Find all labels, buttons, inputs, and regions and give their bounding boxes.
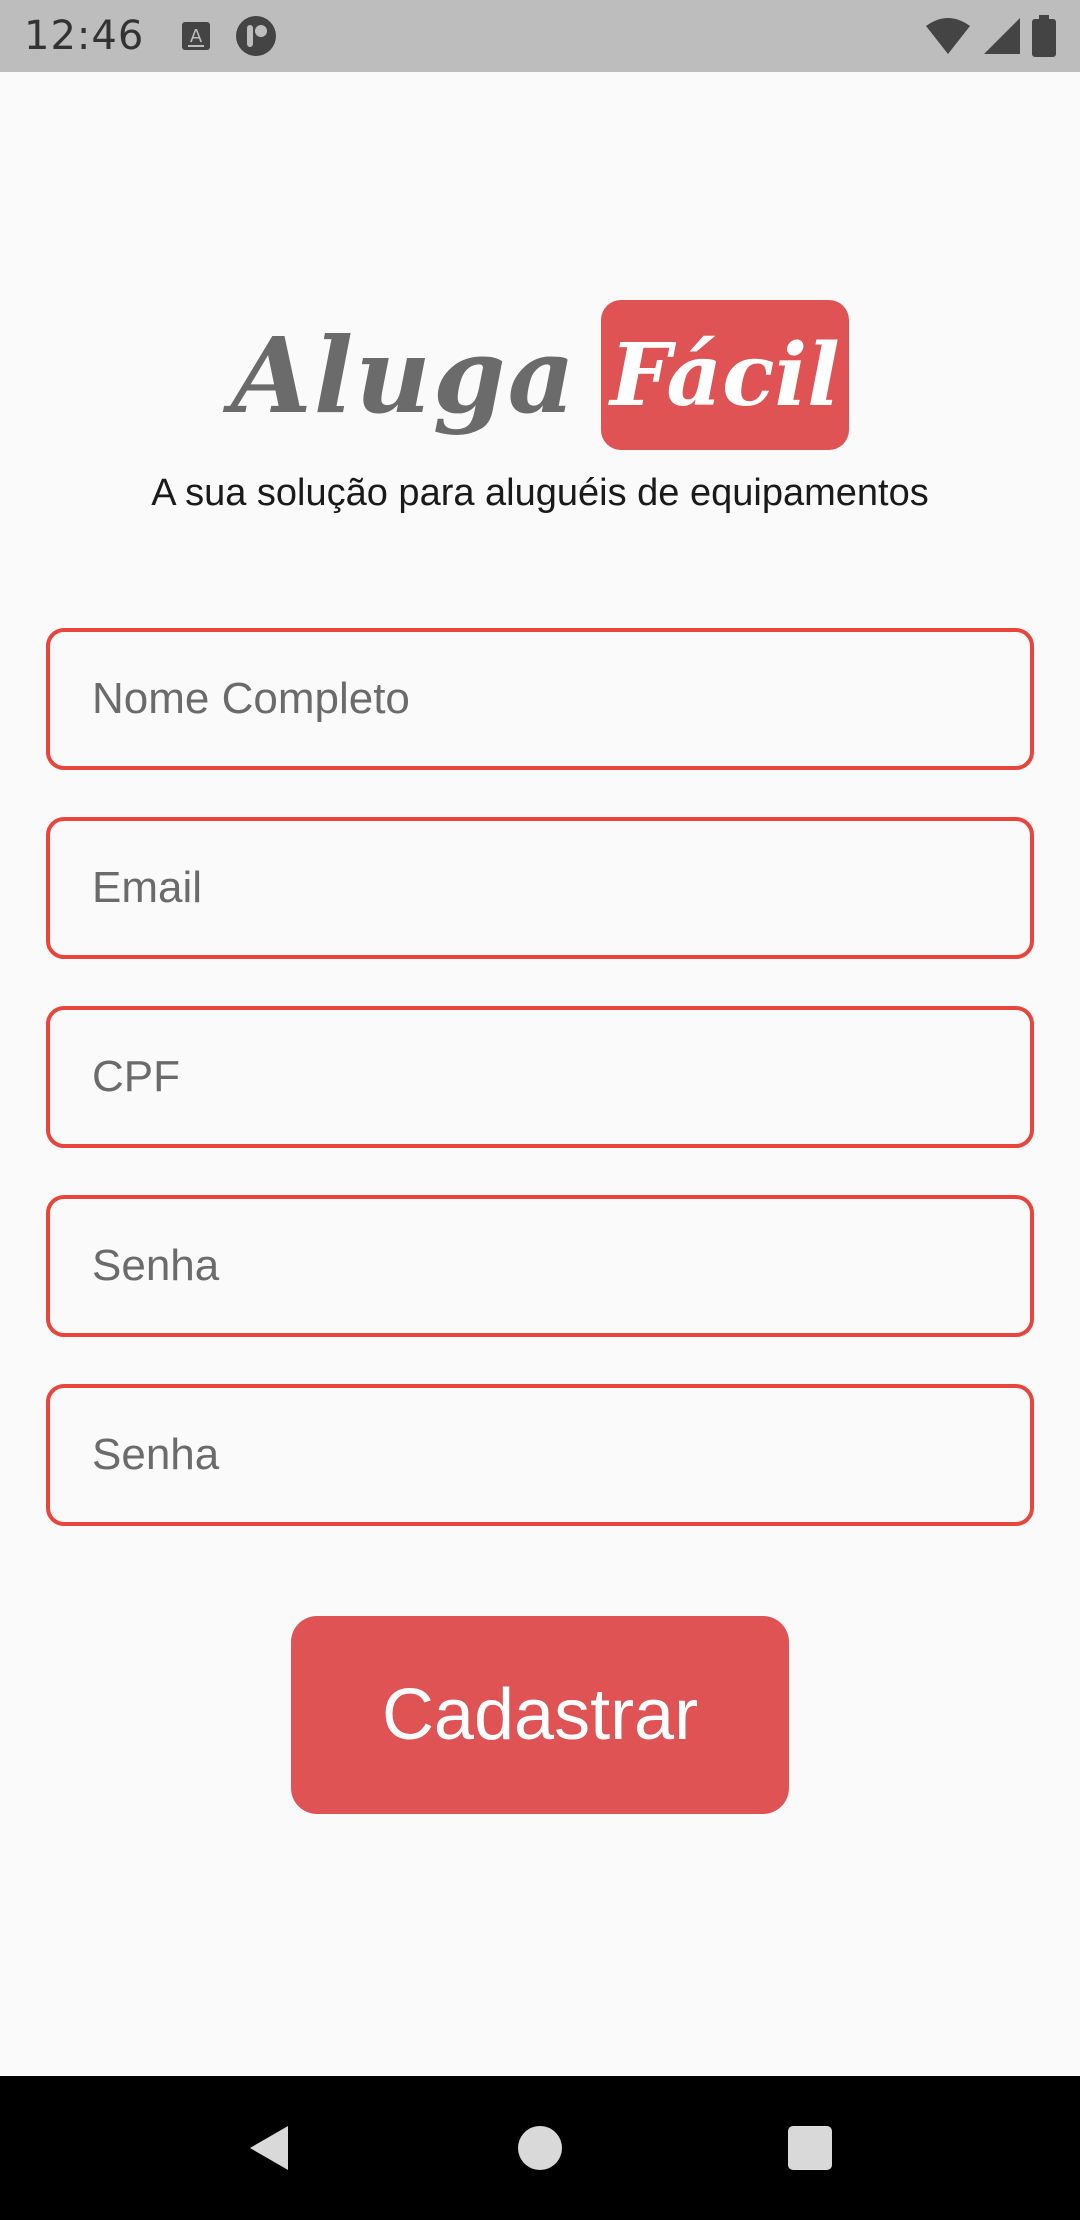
home-icon[interactable] [510,2118,570,2178]
password-placeholder: Senha [92,1241,220,1290]
logo-word-aluga: Aluga [231,313,577,437]
recent-apps-icon[interactable] [780,2118,840,2178]
status-bar: 12:46 A [0,0,1080,72]
logo-word-facil: Fácil [610,324,840,426]
email-placeholder: Email [92,863,203,912]
logo-badge: Fácil [600,300,849,450]
signup-screen: Aluga Fácil A sua solução para aluguéis … [0,72,1080,2076]
register-button[interactable]: Cadastrar [291,1616,789,1814]
back-icon[interactable] [240,2118,300,2178]
svg-text:A: A [190,26,203,47]
app-subtitle: A sua solução para aluguéis de equipamen… [151,472,929,514]
full-name-placeholder: Nome Completo [92,674,410,723]
cpf-field[interactable]: CPF [46,1006,1034,1148]
wifi-icon [926,18,970,54]
status-icons-right [924,15,1056,57]
email-field[interactable]: Email [46,817,1034,959]
app-logo: Aluga Fácil [0,300,1080,450]
navigation-bar [0,2076,1080,2220]
full-name-field[interactable]: Nome Completo [46,628,1034,770]
battery-icon [1032,15,1056,57]
confirm-password-field[interactable]: Senha [46,1384,1034,1526]
password-field[interactable]: Senha [46,1195,1034,1337]
app-notification-icon [236,16,277,56]
status-time: 12:46 [24,13,145,59]
status-icons-left: A [180,14,278,58]
confirm-password-placeholder: Senha [92,1430,220,1479]
cpf-placeholder: CPF [92,1052,180,1101]
cell-signal-icon [984,18,1020,54]
keyboard-a-icon: A [182,22,211,50]
